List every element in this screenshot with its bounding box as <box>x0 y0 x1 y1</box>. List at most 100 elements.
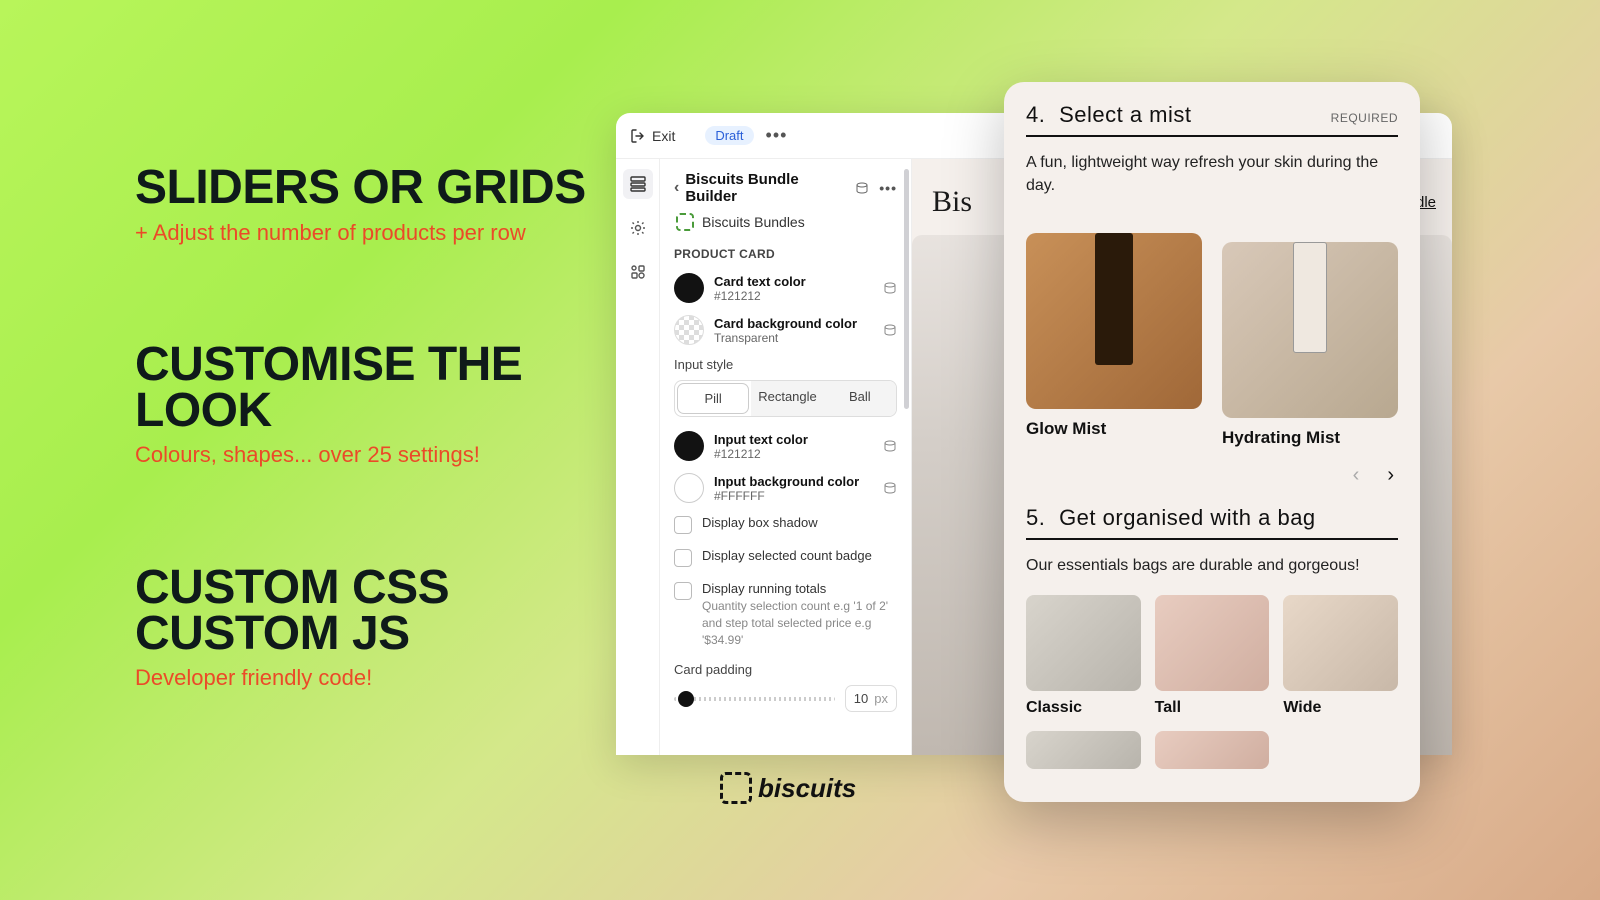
input-text-color-row[interactable]: Input text color #121212 <box>674 431 897 461</box>
color-value: #FFFFFF <box>714 489 873 503</box>
check-running-totals[interactable]: Display running totals Quantity selectio… <box>674 581 897 648</box>
bag-product-grid: Classic Tall Wide <box>1026 595 1398 717</box>
step-5-header: 5. Get organised with a bag <box>1026 505 1398 540</box>
product-name: Wide <box>1283 699 1398 717</box>
dynamic-source-icon[interactable] <box>883 439 897 453</box>
more-menu-button[interactable]: ••• <box>766 125 788 146</box>
sections-icon <box>629 175 647 193</box>
padding-slider[interactable] <box>674 697 835 701</box>
bundle-preview-overlay: 4. Select a mist REQUIRED A fun, lightwe… <box>1004 82 1420 802</box>
product-image <box>1026 233 1202 409</box>
dynamic-source-icon[interactable] <box>883 481 897 495</box>
bag-product-grid-row2 <box>1026 731 1398 777</box>
product-image <box>1026 595 1141 691</box>
check-sublabel: Quantity selection count e.g '1 of 2' an… <box>702 598 897 648</box>
product-name: Tall <box>1155 699 1270 717</box>
step-4-header: 4. Select a mist REQUIRED <box>1026 102 1398 137</box>
product-card-hydrating-mist[interactable]: Hydrating Mist <box>1222 215 1398 447</box>
check-label: Display selected count badge <box>702 548 872 563</box>
step-number: 5. <box>1026 505 1045 530</box>
slider-thumb-icon <box>678 691 694 707</box>
seg-ball[interactable]: Ball <box>824 381 896 416</box>
padding-value: 10 <box>854 691 868 706</box>
dynamic-source-icon[interactable] <box>883 281 897 295</box>
product-image <box>1155 595 1270 691</box>
brand-name: biscuits <box>758 773 856 804</box>
color-swatch-icon <box>674 473 704 503</box>
product-card-extra-bag[interactable] <box>1155 731 1270 777</box>
check-count-badge[interactable]: Display selected count badge <box>674 548 897 567</box>
back-chevron-icon[interactable]: ‹ <box>674 179 679 197</box>
checkbox-icon <box>674 516 692 534</box>
prev-chevron-icon[interactable]: ‹ <box>1353 464 1360 487</box>
product-image <box>1026 731 1141 769</box>
input-style-segmented: Pill Rectangle Ball <box>674 380 897 417</box>
headline-1: SLIDERS OR GRIDS <box>135 165 615 211</box>
checkbox-icon <box>674 582 692 600</box>
section-label: PRODUCT CARD <box>674 247 897 261</box>
color-value: #121212 <box>714 289 873 303</box>
color-value: Transparent <box>714 331 873 345</box>
check-label: Display running totals <box>702 581 897 596</box>
input-bg-color-row[interactable]: Input background color #FFFFFF <box>674 473 897 503</box>
panel-scrollbar[interactable] <box>904 169 909 409</box>
panel-header[interactable]: ‹ Biscuits Bundle Builder ••• <box>674 171 897 205</box>
product-card-glow-mist[interactable]: Glow Mist <box>1026 215 1202 447</box>
breadcrumb[interactable]: Biscuits Bundles <box>676 213 897 231</box>
marketing-block-3: CUSTOM CSS CUSTOM JS Developer friendly … <box>135 565 615 693</box>
headline-3a: CUSTOM CSS <box>135 565 615 611</box>
product-image <box>1222 242 1398 418</box>
padding-unit: px <box>874 691 888 706</box>
color-swatch-icon <box>674 315 704 345</box>
padding-input[interactable]: 10 px <box>845 685 897 712</box>
rail-sections-button[interactable] <box>623 169 653 199</box>
next-chevron-icon[interactable]: › <box>1387 464 1394 487</box>
seg-rectangle[interactable]: Rectangle <box>751 381 823 416</box>
product-card-extra-bag[interactable] <box>1026 731 1141 777</box>
step-title: 5. Get organised with a bag <box>1026 505 1316 532</box>
app-block-icon <box>676 213 694 231</box>
card-bg-color-row[interactable]: Card background color Transparent <box>674 315 897 345</box>
product-image <box>1155 731 1270 769</box>
biscuits-brand-footer: biscuits <box>720 772 856 804</box>
step-4-description: A fun, lightweight way refresh your skin… <box>1026 151 1398 197</box>
panel-title: Biscuits Bundle Builder <box>685 171 849 205</box>
product-card-tall-bag[interactable]: Tall <box>1155 595 1270 717</box>
product-name: Classic <box>1026 699 1141 717</box>
padding-label: Card padding <box>674 662 897 677</box>
slider-pager: ‹ › <box>1026 464 1394 487</box>
product-name: Hydrating Mist <box>1222 428 1398 448</box>
color-label: Input background color <box>714 474 873 489</box>
subline-1: + Adjust the number of products per row <box>135 219 615 248</box>
marketing-block-2: CUSTOMISE THE LOOK Colours, shapes... ov… <box>135 342 615 470</box>
product-image <box>1283 595 1398 691</box>
check-label: Display box shadow <box>702 515 818 530</box>
data-source-icon[interactable] <box>855 181 869 195</box>
product-card-wide-bag[interactable]: Wide <box>1283 595 1398 717</box>
rail-settings-button[interactable] <box>623 213 653 243</box>
rail-apps-button[interactable] <box>623 257 653 287</box>
product-card-classic-bag[interactable]: Classic <box>1026 595 1141 717</box>
product-name: Glow Mist <box>1026 419 1202 439</box>
step-number: 4. <box>1026 102 1045 127</box>
color-swatch-icon <box>674 273 704 303</box>
headline-2: CUSTOMISE THE LOOK <box>135 342 615 433</box>
exit-button[interactable]: Exit <box>630 128 675 144</box>
dynamic-source-icon[interactable] <box>883 323 897 337</box>
required-badge: REQUIRED <box>1331 111 1398 125</box>
color-label: Card text color <box>714 274 873 289</box>
seg-pill[interactable]: Pill <box>677 383 749 414</box>
draft-badge: Draft <box>705 126 753 145</box>
marketing-copy: SLIDERS OR GRIDS + Adjust the number of … <box>135 165 615 788</box>
checkbox-icon <box>674 549 692 567</box>
breadcrumb-label: Biscuits Bundles <box>702 214 805 230</box>
color-value: #121212 <box>714 447 873 461</box>
check-box-shadow[interactable]: Display box shadow <box>674 515 897 534</box>
subline-2: Colours, shapes... over 25 settings! <box>135 441 615 470</box>
mist-product-grid: Glow Mist Hydrating Mist <box>1026 215 1398 447</box>
card-padding-control: 10 px <box>674 685 897 712</box>
panel-more-button[interactable]: ••• <box>879 180 897 196</box>
color-label: Input text color <box>714 432 873 447</box>
apps-icon <box>629 263 647 281</box>
card-text-color-row[interactable]: Card text color #121212 <box>674 273 897 303</box>
